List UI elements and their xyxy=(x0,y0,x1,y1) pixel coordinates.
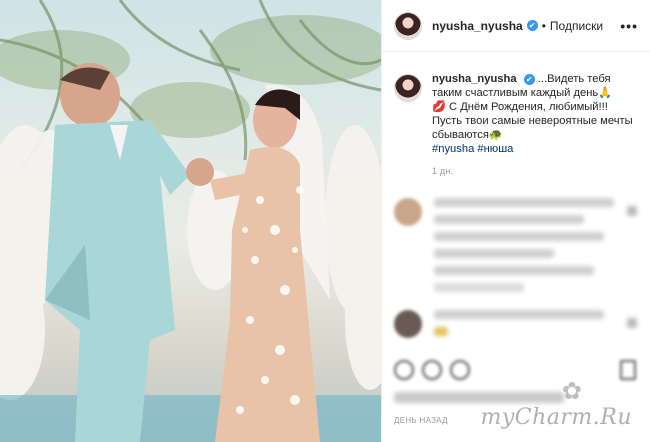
caption-avatar[interactable] xyxy=(394,74,422,102)
heart-icon[interactable] xyxy=(394,360,414,380)
follow-button[interactable]: Подписки xyxy=(550,19,603,33)
caption-line-3: Пусть твои самые невероятные мечты сбыва… xyxy=(432,115,633,141)
caption-text: nyusha_nyusha ✔ ...Видеть тебя таким сча… xyxy=(432,72,637,156)
post-photo[interactable] xyxy=(0,0,381,442)
comment-avatar[interactable] xyxy=(394,310,422,338)
hashtags[interactable]: #nyusha #нюша xyxy=(432,143,513,155)
likes-count[interactable] xyxy=(394,392,564,403)
comment-like-heart-icon[interactable] xyxy=(627,318,637,328)
share-icon[interactable] xyxy=(450,360,470,380)
comment-avatar[interactable] xyxy=(394,198,422,226)
caption-line-2: 💋 С Днём Рождения, любимый!!! xyxy=(432,101,608,113)
comment-icon[interactable] xyxy=(422,360,442,380)
caption: nyusha_nyusha ✔ ...Видеть тебя таким сча… xyxy=(382,52,650,156)
header-username[interactable]: nyusha_nyusha xyxy=(432,19,523,33)
comment-item xyxy=(382,198,650,300)
comment-like-heart-icon[interactable] xyxy=(627,206,637,216)
post-header: nyusha_nyusha ✔ • Подписки ••• xyxy=(382,0,650,52)
post-side-panel: nyusha_nyusha ✔ • Подписки ••• nyusha_ny… xyxy=(381,0,650,442)
caption-timestamp: 1 дн. xyxy=(432,166,454,176)
separator-dot: • xyxy=(541,18,546,33)
avatar[interactable] xyxy=(394,11,422,40)
watermark-flower-icon: ✿ xyxy=(561,378,582,405)
action-bar xyxy=(394,360,636,380)
post-date: ДЕНЬ НАЗАД xyxy=(394,416,448,425)
more-options-icon[interactable]: ••• xyxy=(620,18,638,34)
bookmark-icon[interactable] xyxy=(620,360,636,380)
watermark: myCharm.Ru xyxy=(480,405,632,430)
comment-item xyxy=(382,310,650,344)
caption-verified-badge-icon: ✔ xyxy=(523,73,535,85)
caption-username[interactable]: nyusha_nyusha xyxy=(432,73,517,85)
wedding-photo-illustration xyxy=(0,0,381,442)
comment-body xyxy=(434,310,614,344)
verified-badge-icon: ✔ xyxy=(526,20,538,31)
comment-body xyxy=(434,198,614,300)
